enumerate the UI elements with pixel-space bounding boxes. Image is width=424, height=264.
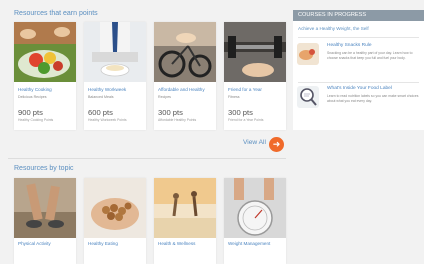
course-description: Learn to read nutrition labels so you ca… xyxy=(327,94,419,103)
course-item[interactable]: What's Inside Your Food Label Learn to r… xyxy=(297,86,421,122)
topic-card[interactable]: Weight Management xyxy=(224,178,286,264)
topic-thumbnail xyxy=(84,178,146,238)
resource-name: Healthy Workweek xyxy=(88,87,127,92)
view-all-link[interactable]: View All xyxy=(243,139,266,146)
main-content: Resources that earn points Healthy Cooki… xyxy=(0,0,290,264)
resource-category: Recipes xyxy=(158,95,171,99)
resource-category: Fitness xyxy=(228,95,240,99)
resource-category: Balanced Meals xyxy=(88,95,114,99)
resource-thumbnail xyxy=(14,22,76,82)
resource-name: Healthy Cooking xyxy=(18,87,52,92)
resource-earn-note: Affordable Healthy Points xyxy=(158,118,197,122)
topic-card[interactable]: Physical Activity xyxy=(14,178,76,264)
topic-thumbnail xyxy=(224,178,286,238)
magnifier-icon xyxy=(297,86,319,108)
topic-thumbnail xyxy=(154,178,216,238)
topic-heading: Resources by topic xyxy=(14,165,74,172)
course-item[interactable]: Healthy Snacks Rule Snacking can be a he… xyxy=(297,43,421,79)
panel-divider xyxy=(298,37,419,38)
resource-category: Delicious Recipes xyxy=(18,95,47,99)
resource-points: 300 pts xyxy=(158,108,183,117)
resource-thumbnail xyxy=(154,22,216,82)
earn-points-heading: Resources that earn points xyxy=(14,10,98,17)
resource-earn-note: Friend for a Year Points xyxy=(228,118,264,122)
course-thumbnail xyxy=(297,43,319,65)
topic-thumbnail xyxy=(14,178,76,238)
topic-card[interactable]: Health & Wellness xyxy=(154,178,216,264)
resource-card[interactable]: Healthy Workweek Balanced Meals 600 pts … xyxy=(84,22,146,130)
resource-name: Friend for a Year xyxy=(228,87,262,92)
topic-card[interactable]: Healthy Eating xyxy=(84,178,146,264)
topic-name: Health & Wellness xyxy=(158,241,196,246)
resource-thumbnail xyxy=(84,22,146,82)
resource-card[interactable]: Healthy Cooking Delicious Recipes 900 pt… xyxy=(14,22,76,130)
resource-points: 300 pts xyxy=(228,108,253,117)
resource-name: Affordable and Healthy xyxy=(158,87,205,92)
course-title[interactable]: Healthy Snacks Rule xyxy=(327,43,372,48)
panel-divider xyxy=(298,82,419,83)
resource-thumbnail xyxy=(224,22,286,82)
topic-name: Healthy Eating xyxy=(88,241,118,246)
resource-earn-note: Healthy Workweek Points xyxy=(88,118,127,122)
section-divider xyxy=(8,158,286,159)
courses-panel: COURSES IN PROGRESS Achieve a Healthy We… xyxy=(293,10,424,130)
courses-panel-subtitle[interactable]: Achieve a Healthy Weight, the Self xyxy=(298,26,369,31)
arrow-right-icon[interactable]: ➜ xyxy=(269,137,284,152)
resource-card[interactable]: Affordable and Healthy Recipes 300 pts A… xyxy=(154,22,216,130)
resource-points: 600 pts xyxy=(88,108,113,117)
resource-points: 900 pts xyxy=(18,108,43,117)
topic-name: Weight Management xyxy=(228,241,271,246)
course-description: Snacking can be a healthy part of your d… xyxy=(327,51,413,60)
topic-name: Physical Activity xyxy=(18,241,51,246)
courses-panel-header: COURSES IN PROGRESS xyxy=(293,10,424,21)
course-title[interactable]: What's Inside Your Food Label xyxy=(327,86,392,91)
resource-earn-note: Healthy Cooking Points xyxy=(18,118,54,122)
resource-card[interactable]: Friend for a Year Fitness 300 pts Friend… xyxy=(224,22,286,130)
